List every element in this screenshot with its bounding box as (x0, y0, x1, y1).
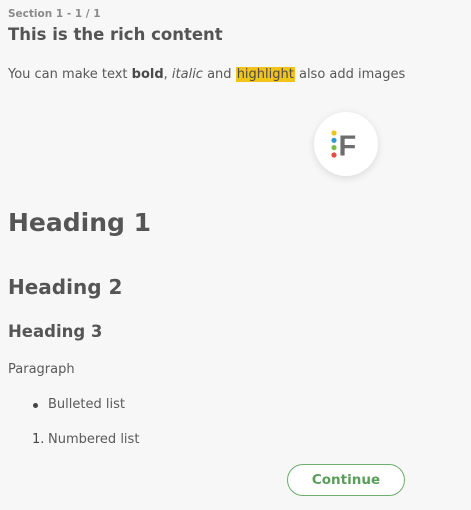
bulleted-item-label: Bulleted list (48, 397, 125, 412)
numbered-list-item: 1. Numbered list (32, 432, 140, 447)
continue-button[interactable]: Continue (287, 464, 405, 496)
intro-paragraph: You can make text bold, italic and highl… (8, 67, 405, 82)
logo-dot-green (331, 145, 337, 151)
heading-3: Heading 3 (8, 322, 103, 341)
bullet-dot (33, 403, 38, 408)
list-number: 1. (32, 432, 45, 447)
intro-text-part: and (202, 67, 236, 82)
numbered-item-label: Numbered list (48, 432, 140, 447)
section-label: Section 1 - 1 / 1 (8, 8, 101, 20)
intro-text-part: , (163, 67, 172, 82)
bold-text: bold (131, 67, 164, 82)
intro-text-part: You can make text (8, 67, 132, 82)
logo-image: F (314, 112, 378, 176)
heading-2: Heading 2 (8, 275, 123, 299)
paragraph-text: Paragraph (8, 362, 75, 377)
f-logo-icon: F (331, 130, 357, 160)
logo-dot-red (331, 152, 337, 158)
heading-1: Heading 1 (8, 208, 152, 237)
bulleted-list-item: Bulleted list (33, 397, 125, 412)
logo-dot-yellow (331, 130, 337, 136)
highlighted-text: highlight (235, 67, 295, 82)
logo-letter: F (339, 131, 357, 160)
intro-text-part: also add images (294, 67, 406, 82)
content-title: This is the rich content (8, 25, 223, 44)
italic-text: italic (171, 67, 203, 82)
logo-dot-blue (331, 137, 337, 143)
